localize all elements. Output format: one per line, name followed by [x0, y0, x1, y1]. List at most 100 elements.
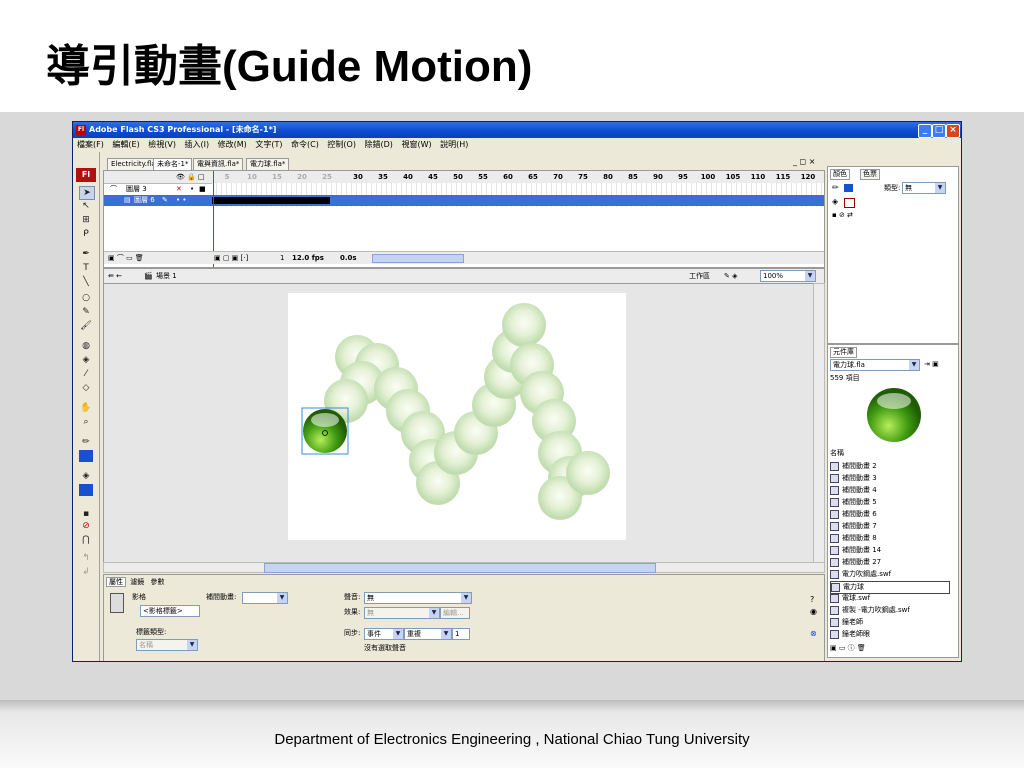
- library-item[interactable]: 補間動畫 3: [830, 473, 877, 484]
- menu-insert[interactable]: 插入(I): [185, 140, 210, 149]
- oval-tool-icon[interactable]: ○: [79, 292, 93, 304]
- lock-dot-icon[interactable]: •: [190, 184, 194, 195]
- close-button[interactable]: ×: [946, 124, 960, 138]
- library-pin-icons[interactable]: ⇥ ▣: [924, 360, 939, 368]
- default-colors-icon[interactable]: ▪: [79, 508, 93, 520]
- text-tool-icon[interactable]: T: [79, 262, 93, 274]
- timeline-scrollbar[interactable]: [372, 254, 464, 263]
- stroke-pencil-icon[interactable]: ✏: [832, 183, 839, 192]
- menu-control[interactable]: 控制(O): [327, 140, 356, 149]
- library-item[interactable]: 電力吹鋼處.swf: [830, 569, 891, 580]
- stage[interactable]: [288, 293, 626, 540]
- tween-span[interactable]: [212, 197, 330, 204]
- color-type-select[interactable]: 無 ▼: [902, 182, 946, 194]
- scene-name[interactable]: 場景 1: [156, 269, 177, 283]
- tab-swatches[interactable]: 色票: [860, 169, 880, 180]
- library-item[interactable]: 補間動畫 8: [830, 533, 877, 544]
- swap-colors-icon[interactable]: ▪ ⊘ ⇄: [832, 211, 853, 219]
- tab-library[interactable]: 元件庫: [830, 347, 857, 358]
- library-item[interactable]: 補間動畫 27: [830, 557, 881, 568]
- effect-select[interactable]: 無 ▼: [364, 607, 440, 619]
- add-layer-icon[interactable]: ▣ ⌒ ▭ 🗑: [108, 252, 144, 264]
- repeat-count-field[interactable]: 1: [452, 628, 470, 640]
- zoom-tool-icon[interactable]: ⌕: [79, 416, 93, 428]
- stroke-color-swatch[interactable]: [79, 450, 93, 462]
- library-item[interactable]: 補間動畫 2: [830, 461, 877, 472]
- menu-help[interactable]: 說明(H): [440, 140, 468, 149]
- lasso-tool-icon[interactable]: ᑭ: [79, 228, 93, 240]
- library-file-select[interactable]: 電力球.fla ▼: [830, 359, 920, 371]
- doc-close-icon[interactable]: _ ◻ ×: [793, 157, 815, 166]
- library-item[interactable]: 複製 -電力吹鋼處.swf: [830, 605, 910, 616]
- brush-tool-icon[interactable]: 🖌: [79, 320, 93, 332]
- chevron-down-icon[interactable]: ▼: [441, 629, 451, 639]
- chevron-down-icon[interactable]: ▼: [393, 629, 403, 639]
- menu-modify[interactable]: 修改(M): [218, 140, 247, 149]
- no-color-icon[interactable]: ⊘: [79, 520, 93, 532]
- library-item[interactable]: 補間動畫 14: [830, 545, 881, 556]
- menu-window[interactable]: 視窗(W): [401, 140, 431, 149]
- pen-tool-icon[interactable]: ✒: [79, 248, 93, 260]
- fill-color-swatch[interactable]: [79, 484, 93, 496]
- snap-magnet-icon[interactable]: ⋂: [79, 534, 93, 546]
- chevron-down-icon[interactable]: ▼: [429, 608, 439, 618]
- tab-filters[interactable]: 濾鏡: [128, 578, 146, 586]
- title-bar[interactable]: Fl Adobe Flash CS3 Professional - [未命名-1…: [73, 122, 961, 138]
- layer-row-guide[interactable]: ⌒ 圖層 3 ✕ • ■: [104, 184, 824, 195]
- maximize-button[interactable]: □: [932, 124, 946, 138]
- pencil-edit-icon[interactable]: ✎: [162, 195, 168, 206]
- chevron-down-icon[interactable]: ▼: [935, 183, 945, 193]
- outline-box-icon[interactable]: ■: [199, 184, 206, 195]
- help-icon[interactable]: ?: [810, 595, 814, 604]
- edit-sound-button[interactable]: 編輯...: [440, 607, 470, 619]
- timeline-visibility-icons[interactable]: 👁 🔒 □: [176, 171, 205, 183]
- label-type-select[interactable]: 名稱 ▼: [136, 639, 198, 651]
- fill-color-icon[interactable]: ◈: [79, 470, 93, 482]
- scrollbar-thumb[interactable]: [264, 563, 656, 573]
- library-item[interactable]: 補間動畫 6: [830, 509, 877, 520]
- paint-bucket-tool-icon[interactable]: ◈: [79, 354, 93, 366]
- pencil-tool-icon[interactable]: ✎: [79, 306, 93, 318]
- collapse-icon[interactable]: ⊗: [810, 629, 817, 638]
- stage-horizontal-scrollbar[interactable]: [103, 562, 825, 573]
- visibility-x-icon[interactable]: ✕: [176, 184, 182, 195]
- repeat-select[interactable]: 重複 ▼: [404, 628, 452, 640]
- menu-text[interactable]: 文字(T): [255, 140, 282, 149]
- chevron-down-icon[interactable]: ▼: [277, 593, 287, 603]
- menu-debug[interactable]: 除錯(D): [365, 140, 393, 149]
- menu-edit[interactable]: 編輯(E): [112, 140, 139, 149]
- subselection-tool-icon[interactable]: ↖: [79, 200, 93, 212]
- line-tool-icon[interactable]: ╲: [79, 276, 93, 288]
- library-item[interactable]: 鐘老師眼: [830, 629, 870, 640]
- workspace-dropdown[interactable]: 工作區: [689, 269, 710, 283]
- library-item[interactable]: 補間動畫 5: [830, 497, 877, 508]
- library-item[interactable]: 電球.swf: [830, 593, 870, 604]
- layer-row-selected[interactable]: ▤ 圖層 6 ✎ • •: [104, 195, 824, 206]
- tab-properties[interactable]: 屬性: [106, 577, 126, 587]
- menu-file[interactable]: 檔案(F): [77, 140, 104, 149]
- smooth-icon[interactable]: ↰: [79, 552, 93, 564]
- stroke-swatch[interactable]: [844, 184, 853, 192]
- eye-icon[interactable]: ◉: [810, 607, 817, 616]
- chevron-down-icon[interactable]: ▼: [909, 360, 919, 370]
- edit-bar-icons[interactable]: ⇚ ←: [108, 269, 122, 283]
- eyedropper-tool-icon[interactable]: ⁄: [79, 368, 93, 380]
- sound-select[interactable]: 無 ▼: [364, 592, 472, 604]
- menu-view[interactable]: 檢視(V): [148, 140, 176, 149]
- tab-color[interactable]: 顏色: [830, 169, 850, 180]
- stroke-color-icon[interactable]: ✏: [79, 436, 93, 448]
- zoom-field[interactable]: 100% ▼: [760, 270, 816, 282]
- sync-select[interactable]: 事件 ▼: [364, 628, 404, 640]
- free-transform-tool-icon[interactable]: ⊞: [79, 214, 93, 226]
- chevron-down-icon[interactable]: ▼: [187, 640, 197, 650]
- ink-bottle-tool-icon[interactable]: ◍: [79, 340, 93, 352]
- frame-label-field[interactable]: <影格標籤>: [140, 605, 200, 617]
- tab-parameters[interactable]: 參數: [148, 578, 166, 586]
- library-item[interactable]: 補間動畫 4: [830, 485, 877, 496]
- chevron-down-icon[interactable]: ▼: [461, 593, 471, 603]
- library-footer-icons[interactable]: ▣ ▭ ⓘ 🗑: [830, 643, 866, 653]
- menu-commands[interactable]: 命令(C): [291, 140, 319, 149]
- visibility-dot-icon[interactable]: • •: [176, 195, 186, 206]
- library-item[interactable]: 鐘老師: [830, 617, 863, 628]
- straighten-icon[interactable]: ↲: [79, 566, 93, 578]
